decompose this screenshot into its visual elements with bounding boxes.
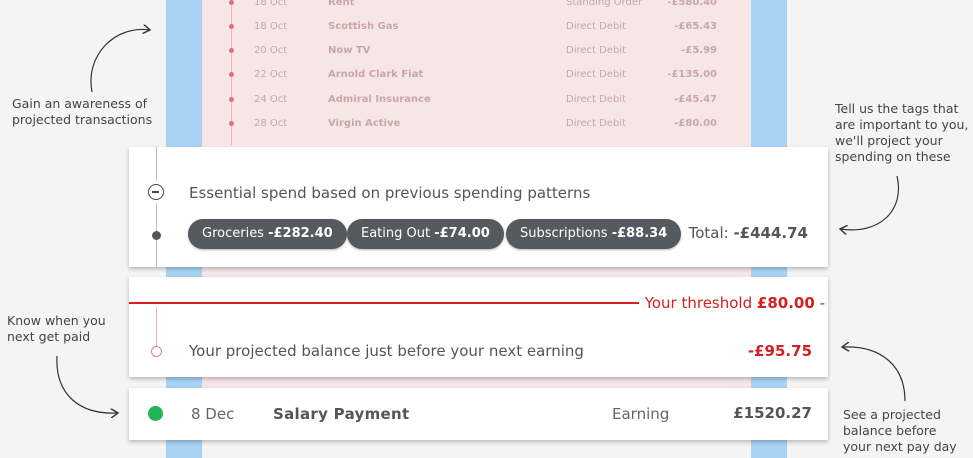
salary-payment-row[interactable]: 8 Dec Salary Payment Earning £1520.27	[129, 388, 828, 440]
arrow-paid	[56, 355, 118, 413]
annotation-awareness: Gain an awareness of projected transacti…	[12, 96, 153, 127]
essential-total: Total: -£444.74	[688, 224, 808, 242]
projection-circle-icon	[151, 346, 162, 357]
essential-spend-card: Essential spend based on previous spendi…	[129, 147, 828, 267]
annotation-tags: Tell us the tags that are important to y…	[835, 101, 969, 164]
annotation-balance: See a projected balance before your next…	[843, 407, 957, 454]
tag-chip-groceries[interactable]: Groceries -£282.40	[188, 219, 347, 249]
projected-balance-amount: -£95.75	[747, 342, 812, 360]
timeline-line	[156, 147, 157, 181]
projected-balance-card: Your threshold £80.00 - Your projected b…	[129, 277, 828, 377]
tag-chip-eating-out[interactable]: Eating Out -£74.00	[347, 219, 504, 249]
annotation-paid: Know when you next get paid	[7, 313, 106, 344]
projected-balance-label: Your projected balance just before your …	[189, 342, 584, 360]
earning-status-dot	[148, 406, 163, 421]
threshold-label: Your threshold £80.00 -	[644, 294, 825, 312]
arrow-balance	[842, 347, 906, 402]
salary-name: Salary Payment	[273, 405, 410, 423]
threshold-line	[129, 302, 639, 304]
timeline-dot	[152, 231, 161, 240]
collapse-icon[interactable]	[148, 184, 164, 200]
arrow-tags	[840, 175, 899, 230]
salary-amount: £1520.27	[733, 404, 812, 422]
salary-date: 8 Dec	[191, 405, 235, 423]
timeline-line	[156, 307, 157, 347]
arrow-awareness	[90, 29, 150, 93]
salary-type: Earning	[612, 405, 670, 423]
tag-chip-subscriptions[interactable]: Subscriptions -£88.34	[506, 219, 682, 249]
essential-spend-title: Essential spend based on previous spendi…	[189, 184, 591, 202]
